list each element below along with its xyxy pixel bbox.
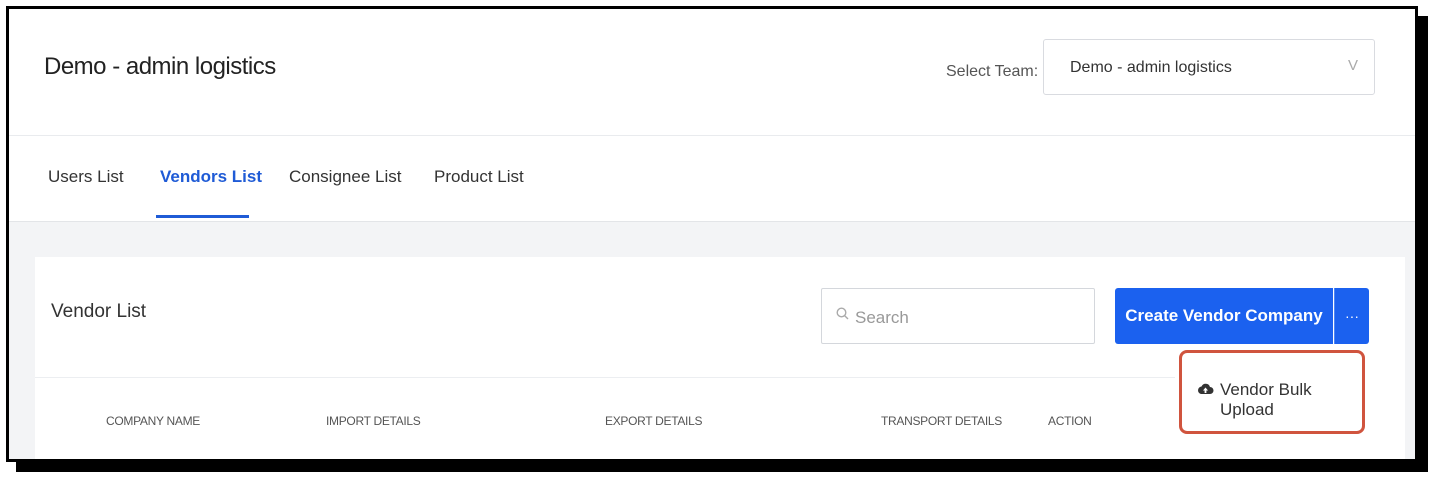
search-icon	[836, 307, 849, 324]
tab-bar: Users List Vendors List Consignee List P…	[9, 136, 1415, 222]
column-header-export-details: EXPORT DETAILS	[605, 414, 703, 428]
page-title: Demo - admin logistics	[44, 53, 276, 80]
team-label: Select Team:	[946, 63, 1039, 80]
tab-consignee-list[interactable]: Consignee List	[289, 167, 401, 187]
app-window: Demo - admin logistics Select Team: Demo…	[6, 6, 1418, 462]
column-header-transport-details: TRANSPORT DETAILS	[881, 414, 1002, 428]
top-bar: Demo - admin logistics Select Team: Demo…	[9, 9, 1415, 136]
team-select-value: Demo - admin logistics	[1070, 59, 1232, 76]
vendor-bulk-upload-label: Vendor Bulk Upload	[1220, 380, 1312, 419]
cloud-upload-icon	[1197, 381, 1214, 398]
create-vendor-company-button[interactable]: Create Vendor Company	[1115, 288, 1333, 344]
tab-users-list[interactable]: Users List	[48, 167, 124, 187]
column-header-company-name: COMPANY NAME	[106, 414, 200, 428]
team-select[interactable]: Demo - admin logistics V	[1043, 39, 1375, 95]
search-placeholder: Search	[855, 308, 909, 327]
column-header-action: ACTION	[1048, 414, 1092, 428]
search-input[interactable]: Search	[821, 288, 1095, 344]
chevron-down-icon: V	[1347, 57, 1358, 74]
active-tab-indicator	[156, 215, 249, 218]
card-title: Vendor List	[51, 301, 147, 322]
vendor-bulk-upload-menu-item[interactable]: Vendor Bulk Upload	[1179, 350, 1365, 434]
column-header-import-details: IMPORT DETAILS	[326, 414, 421, 428]
divider	[35, 377, 1175, 378]
vendor-list-card: Vendor List Search Create Vendor Company…	[35, 257, 1405, 459]
tab-product-list[interactable]: Product List	[434, 167, 524, 187]
more-options-button[interactable]: ···	[1334, 288, 1369, 344]
tab-vendors-list[interactable]: Vendors List	[160, 167, 262, 187]
